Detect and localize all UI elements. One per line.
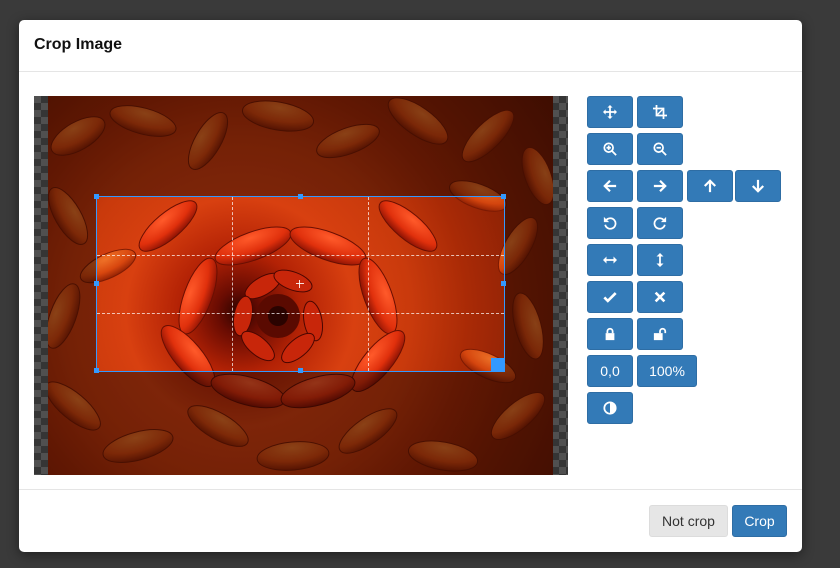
arrow-left-icon — [603, 179, 617, 193]
crop-mask-left — [34, 197, 97, 371]
move-left-button[interactable] — [587, 170, 633, 202]
crop-handle-e[interactable] — [501, 281, 506, 286]
crop-handle-sw[interactable] — [94, 368, 99, 373]
move-icon — [603, 105, 617, 119]
crop-mask-right — [504, 197, 568, 371]
arrow-down-icon — [751, 179, 765, 193]
crop-icon — [653, 105, 667, 119]
crop-selection-box[interactable] — [94, 194, 506, 373]
move-right-button[interactable] — [637, 170, 683, 202]
crop-center-marker — [296, 280, 304, 288]
zoom-out-button[interactable] — [637, 133, 683, 165]
modal-title: Crop Image — [34, 36, 123, 53]
move-mode-button[interactable] — [587, 96, 633, 128]
flip-horizontal-icon — [603, 256, 617, 264]
crop-canvas[interactable] — [34, 96, 568, 475]
crop-guide-line — [97, 255, 504, 256]
flip-vertical-button[interactable] — [637, 244, 683, 276]
rotate-right-icon — [653, 216, 667, 230]
crop-handle-n[interactable] — [298, 194, 303, 199]
lock-icon — [605, 327, 615, 341]
rotate-right-button[interactable] — [637, 207, 683, 239]
modal-footer: Not crop Crop — [19, 489, 802, 552]
zoom-in-icon — [603, 142, 617, 156]
crop-button[interactable]: Crop — [732, 505, 787, 537]
arrow-right-icon — [653, 179, 667, 193]
contrast-icon — [603, 401, 617, 415]
flip-horizontal-button[interactable] — [587, 244, 633, 276]
zoom-out-icon — [653, 142, 667, 156]
crop-handle-s[interactable] — [298, 368, 303, 373]
flip-vertical-icon — [656, 253, 664, 267]
crop-guide-line — [368, 197, 369, 371]
unlock-button[interactable] — [637, 318, 683, 350]
crop-handle-w[interactable] — [94, 281, 99, 286]
unlock-icon — [653, 327, 667, 341]
apply-crop-button[interactable] — [587, 281, 633, 313]
crop-handle-ne[interactable] — [501, 194, 506, 199]
crop-guide-line — [232, 197, 233, 371]
crop-mask-top — [34, 96, 568, 197]
crop-handle-nw[interactable] — [94, 194, 99, 199]
rotate-left-icon — [603, 216, 617, 230]
crop-mask-bottom — [34, 371, 568, 475]
zoom-in-button[interactable] — [587, 133, 633, 165]
crop-handle-se[interactable] — [491, 358, 505, 372]
rotate-left-button[interactable] — [587, 207, 633, 239]
clear-crop-button[interactable] — [637, 281, 683, 313]
zoom-100-button[interactable]: 100% — [637, 355, 697, 387]
modal-header: Crop Image — [19, 20, 802, 72]
contrast-button[interactable] — [587, 392, 633, 424]
crop-mode-button[interactable] — [637, 96, 683, 128]
not-crop-button[interactable]: Not crop — [649, 505, 728, 537]
crop-guide-line — [97, 313, 504, 314]
move-down-button[interactable] — [735, 170, 781, 202]
lock-button[interactable] — [587, 318, 633, 350]
crop-image-dialog: Crop Image 0,0 100% Not crop Crop — [19, 20, 802, 552]
move-up-button[interactable] — [687, 170, 733, 202]
reset-position-button[interactable]: 0,0 — [587, 355, 633, 387]
arrow-up-icon — [703, 179, 717, 193]
check-icon — [603, 292, 617, 303]
cross-icon — [654, 291, 666, 303]
